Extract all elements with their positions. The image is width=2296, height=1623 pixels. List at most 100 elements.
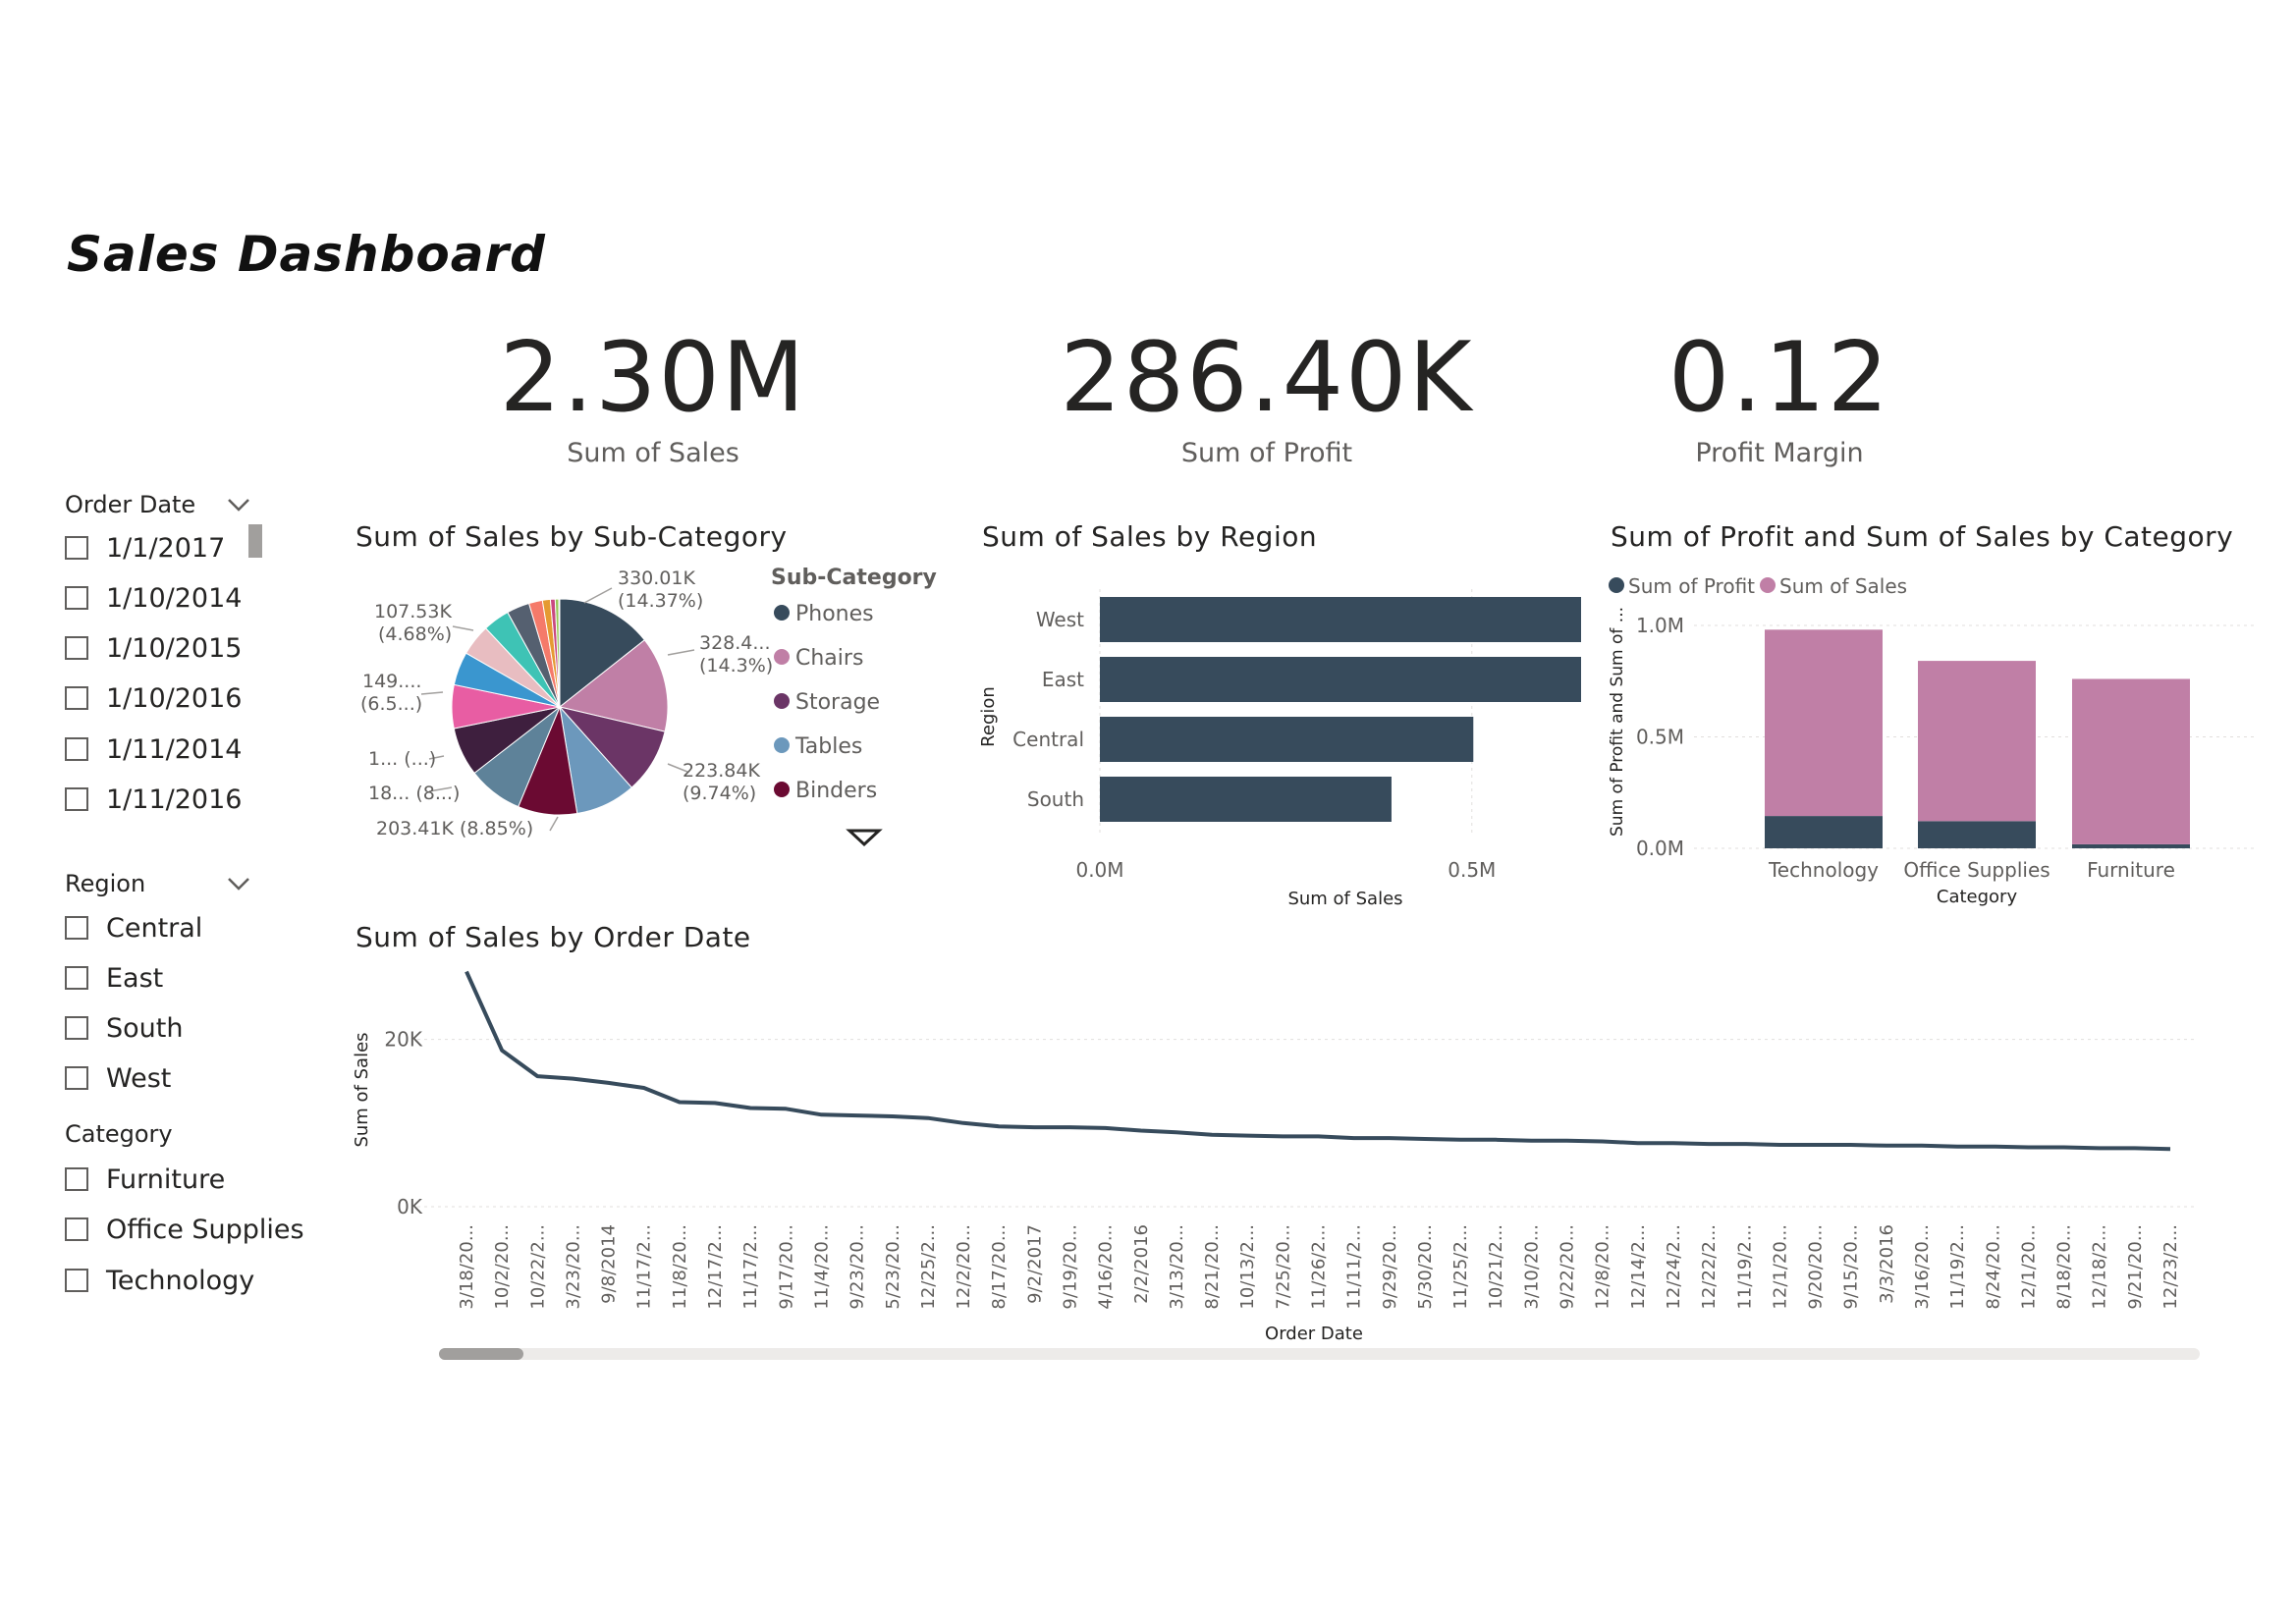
horizontal-scrollbar-track[interactable] — [439, 1348, 2200, 1360]
tick-label: 9/22/20... — [1558, 1224, 1578, 1310]
legend-marker — [774, 693, 790, 709]
leader-line — [667, 649, 695, 656]
tick-label: 8/24/20... — [1983, 1224, 2003, 1310]
kpi-value: 286.40K — [1060, 322, 1474, 434]
checkbox-icon[interactable] — [65, 686, 88, 710]
horizontal-scrollbar-thumb[interactable] — [439, 1348, 523, 1360]
bar-segment[interactable] — [2072, 843, 2190, 848]
tick-label: 10/21/2... — [1486, 1224, 1506, 1310]
legend-item[interactable]: Chairs — [795, 646, 863, 671]
data-label: (14.3%) — [699, 655, 773, 676]
line-chart-title: Sum of Sales by Order Date — [355, 921, 751, 953]
x-axis-labels: 3/18/20... 10/2/20... 10/22/2... 3/23/20...… — [457, 1224, 2181, 1310]
legend-item[interactable]: Phones — [795, 602, 874, 626]
legend-item[interactable]: Sum of Sales — [1779, 574, 1907, 598]
checkbox-icon[interactable] — [65, 1066, 88, 1090]
bar-south[interactable] — [1100, 777, 1392, 822]
slicer-scrollbar[interactable] — [248, 524, 262, 558]
bar-west[interactable] — [1100, 597, 1581, 642]
data-label: (14.37%) — [618, 590, 703, 612]
region-bar-chart[interactable]: West East Central South 0.0M 0.5M Sum of Sal… — [972, 569, 1581, 923]
slicer-option[interactable]: 1/10/2014 — [65, 580, 242, 616]
checkbox-icon[interactable] — [65, 916, 88, 940]
legend-item[interactable]: Binders — [795, 779, 877, 803]
tick-label: 11/17/2... — [634, 1224, 655, 1310]
tick-label: 12/22/2... — [1699, 1224, 1720, 1310]
sales-line-chart[interactable]: 0K 20K 3/18/20... 10/2/20... 10/22/2... 3/23… — [349, 957, 2214, 1370]
legend-item[interactable]: Sum of Profit — [1628, 574, 1755, 598]
chevron-down-icon[interactable] — [225, 875, 252, 893]
tick-label: 12/18/2... — [2090, 1224, 2110, 1310]
slicer-option[interactable]: 1/10/2015 — [65, 630, 242, 666]
tick-label: 9/19/20... — [1060, 1224, 1080, 1310]
slicer-option[interactable]: East — [65, 960, 163, 996]
triangle-down-icon[interactable] — [846, 829, 883, 847]
tick-label: 3/13/20... — [1167, 1224, 1187, 1310]
tick-label: 12/24/2... — [1664, 1224, 1684, 1310]
legend-marker — [1609, 577, 1624, 593]
checkbox-icon[interactable] — [65, 586, 88, 610]
legend-item[interactable]: Storage — [795, 690, 880, 715]
data-label: 18... (8...) — [368, 783, 460, 804]
checkbox-icon[interactable] — [65, 1217, 88, 1241]
slicer-option-label: 1/1/2017 — [106, 532, 226, 564]
tick-label: 12/1/20... — [1770, 1224, 1790, 1310]
slicer-option[interactable]: Office Supplies — [65, 1212, 304, 1247]
category-stacked-chart[interactable]: Sum of Profit Sum of Sales Technology Off… — [1601, 565, 2269, 928]
bar-central[interactable] — [1100, 717, 1474, 762]
data-label: (4.68%) — [378, 623, 452, 645]
bar-east[interactable] — [1100, 657, 1581, 702]
bar-segment[interactable] — [1765, 816, 1883, 848]
slicer-option[interactable]: Furniture — [65, 1162, 225, 1197]
legend-title: Sub-Category — [771, 566, 937, 590]
series-line — [465, 970, 2171, 1152]
tick-label: 3/10/20... — [1521, 1224, 1542, 1310]
pie-chart[interactable]: 330.01K (14.37%) 328.4... (14.3%) 223.84… — [349, 560, 938, 854]
category-label: East — [1042, 668, 1084, 691]
slicer-option[interactable]: South — [65, 1010, 183, 1046]
bar-segment[interactable] — [1765, 629, 1883, 817]
tick-label: 0.5M — [1448, 858, 1496, 882]
tick-label: 11/25/2... — [1450, 1224, 1471, 1310]
checkbox-icon[interactable] — [65, 787, 88, 811]
category-label: Technology — [1768, 858, 1879, 882]
slicer-option-label: West — [106, 1062, 172, 1094]
bar-segment[interactable] — [1918, 821, 2036, 848]
tick-label: 12/2/20... — [954, 1224, 974, 1310]
checkbox-icon[interactable] — [65, 1167, 88, 1191]
tick-label: 11/26/2... — [1309, 1224, 1330, 1310]
data-label: 1... (...) — [368, 748, 436, 770]
checkbox-icon[interactable] — [65, 636, 88, 660]
slicer-option[interactable]: 1/10/2016 — [65, 680, 242, 716]
slicer-option-label: 1/11/2014 — [106, 733, 243, 765]
slicer-option[interactable]: 1/1/2017 — [65, 530, 225, 566]
checkbox-icon[interactable] — [65, 737, 88, 761]
data-label: (6.5...) — [360, 693, 422, 715]
slicer-option[interactable]: 1/11/2014 — [65, 731, 242, 767]
slicer-option[interactable]: Technology — [65, 1263, 254, 1298]
slicer-option[interactable]: 1/11/2016 — [65, 782, 242, 817]
checkbox-icon[interactable] — [65, 1269, 88, 1292]
legend-item[interactable]: Tables — [794, 734, 862, 759]
leader-line — [583, 587, 613, 604]
tick-label: 9/23/20... — [847, 1224, 868, 1310]
slicer-option[interactable]: Central — [65, 910, 202, 946]
category-label: West — [1036, 608, 1084, 631]
region-chart-title: Sum of Sales by Region — [982, 520, 1318, 553]
tick-label: 12/14/2... — [1628, 1224, 1649, 1310]
data-label: 107.53K — [374, 601, 452, 622]
legend-marker — [774, 605, 790, 621]
chevron-down-icon[interactable] — [225, 496, 252, 514]
checkbox-icon[interactable] — [65, 1016, 88, 1040]
bar-segment[interactable] — [2072, 678, 2190, 844]
bars — [1765, 629, 2190, 848]
tick-label: 10/13/2... — [1237, 1224, 1258, 1310]
data-label: (9.74%) — [683, 783, 756, 804]
slicer-option[interactable]: West — [65, 1060, 171, 1096]
checkbox-icon[interactable] — [65, 966, 88, 990]
tick-label: 20K — [384, 1028, 422, 1052]
checkbox-icon[interactable] — [65, 536, 88, 560]
tick-label: 11/19/2... — [1734, 1224, 1755, 1310]
x-axis-title: Sum of Sales — [1287, 889, 1402, 909]
bar-segment[interactable] — [1918, 661, 2036, 822]
